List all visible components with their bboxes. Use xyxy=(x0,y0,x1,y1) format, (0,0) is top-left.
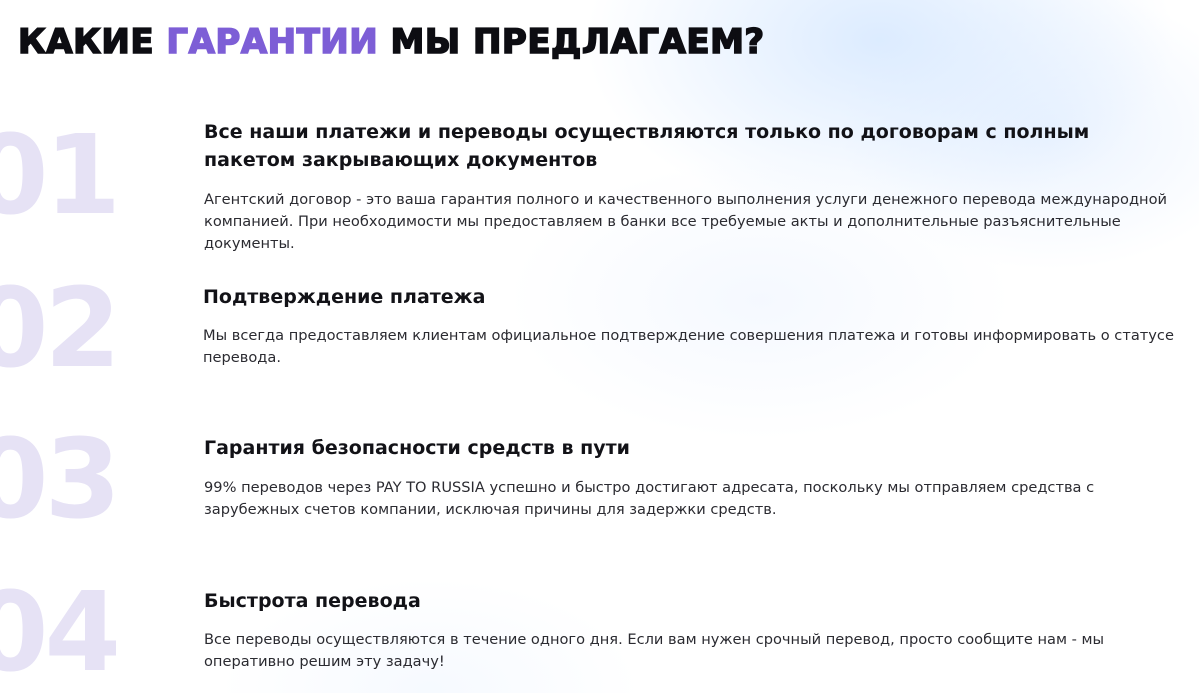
item-content: Гарантия безопасности средств в пути 99%… xyxy=(204,434,1187,521)
item-number: 04 xyxy=(0,568,121,696)
heading-accent: ГАРАНТИИ xyxy=(166,21,379,63)
item-title: Подтверждение платежа xyxy=(203,286,486,308)
item-number: 02 xyxy=(0,264,121,392)
item-content: Быстрота перевода Все переводы осуществл… xyxy=(204,587,1187,673)
item-number: 03 xyxy=(0,415,121,543)
heading-part-1: КАКИЕ xyxy=(17,21,155,63)
item-title: Гарантия безопасности средств в пути xyxy=(204,437,630,459)
item-title: Быстрота перевода xyxy=(204,590,421,612)
item-description: Агентский договор - это ваша гарантия по… xyxy=(204,191,1168,252)
heading-part-2: МЫ ПРЕДЛАГАЕМ? xyxy=(390,21,765,63)
item-title: Все наши платежи и переводы осуществляют… xyxy=(204,121,1090,171)
item-description: Мы всегда предоставляем клиентам официал… xyxy=(203,327,1174,366)
item-content: Все наши платежи и переводы осуществляют… xyxy=(204,118,1187,255)
item-description: Все переводы осуществляются в течение од… xyxy=(204,631,1105,670)
item-description: 99% переводов через PAY TO RUSSIA успешн… xyxy=(204,479,1095,518)
item-number: 01 xyxy=(0,111,121,239)
item-content: Подтверждение платежа Мы всегда предоста… xyxy=(203,283,1187,369)
section-heading: КАКИЕ ГАРАНТИИ МЫ ПРЕДЛАГАЕМ? xyxy=(17,16,765,68)
